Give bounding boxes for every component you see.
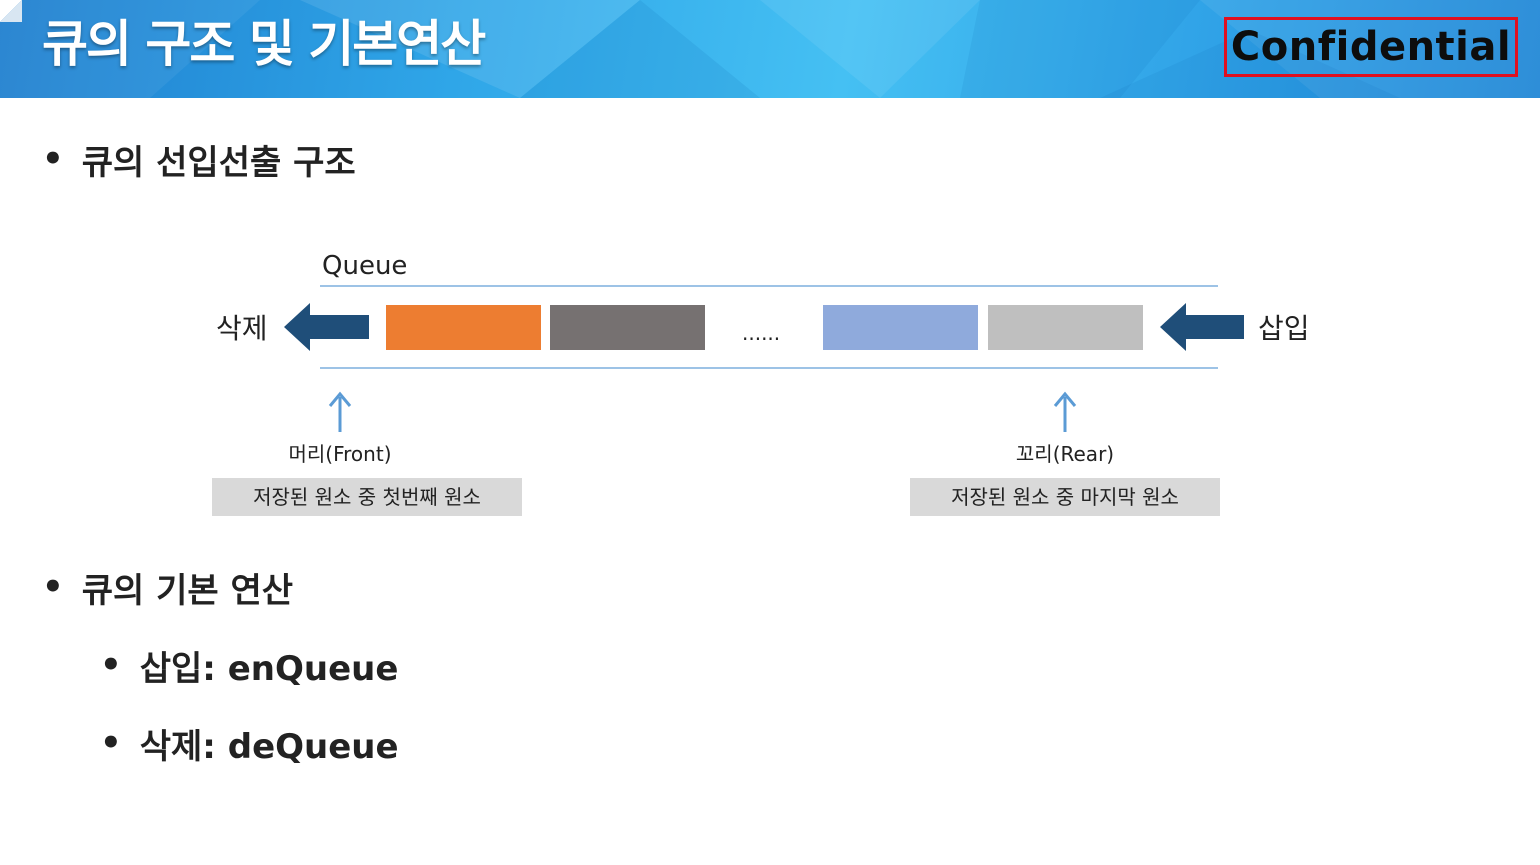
front-desc-box — [212, 478, 522, 516]
bullet-dot: • — [42, 567, 64, 607]
header-banner: 큐의 구조 및 기본연산 Confidential — [0, 0, 1540, 98]
queue-ellipsis: ...... — [742, 321, 780, 345]
delete-label: 삭제 — [216, 312, 268, 345]
rear-desc-box — [910, 478, 1220, 516]
queue-element-3 — [823, 305, 978, 350]
bullet-text: 큐의 선입선출 구조 — [81, 142, 356, 183]
enqueue-arrow-icon — [1160, 303, 1244, 351]
bullet-dot: • — [100, 723, 122, 763]
front-label: 머리(Front) — [289, 442, 392, 466]
slide-title: 큐의 구조 및 기본연산 — [42, 15, 486, 73]
queue-element-2 — [550, 305, 705, 350]
bullet-dot: • — [42, 139, 64, 179]
bullet-dequeue: • 삭제: deQueue — [100, 718, 399, 768]
queue-element-4 — [988, 305, 1143, 350]
queue-label: Queue — [322, 251, 407, 281]
queue-element-1 — [386, 305, 541, 350]
bullet-enqueue: • 삽입: enQueue — [100, 640, 398, 690]
bullet-text: 삽입: enQueue — [139, 648, 399, 689]
front-pointer-icon — [328, 391, 352, 432]
rear-desc: 저장된 원소 중 마지막 원소 — [951, 485, 1179, 509]
insert-label: 삽입 — [1258, 312, 1310, 345]
bullet-text: 삭제: deQueue — [139, 726, 399, 767]
front-desc: 저장된 원소 중 첫번째 원소 — [253, 485, 481, 509]
bullet-basic-operations: • 큐의 기본 연산 — [42, 562, 293, 612]
confidential-label: Confidential — [1224, 17, 1518, 77]
bullet-dot: • — [100, 645, 122, 685]
rear-label: 꼬리(Rear) — [1016, 442, 1114, 466]
dequeue-arrow-icon — [284, 303, 369, 351]
bullet-text: 큐의 기본 연산 — [81, 570, 294, 611]
rear-pointer-icon — [1053, 391, 1077, 432]
bullet-fifo-structure: • 큐의 선입선출 구조 — [42, 134, 356, 184]
page-corner-icon — [0, 0, 22, 22]
